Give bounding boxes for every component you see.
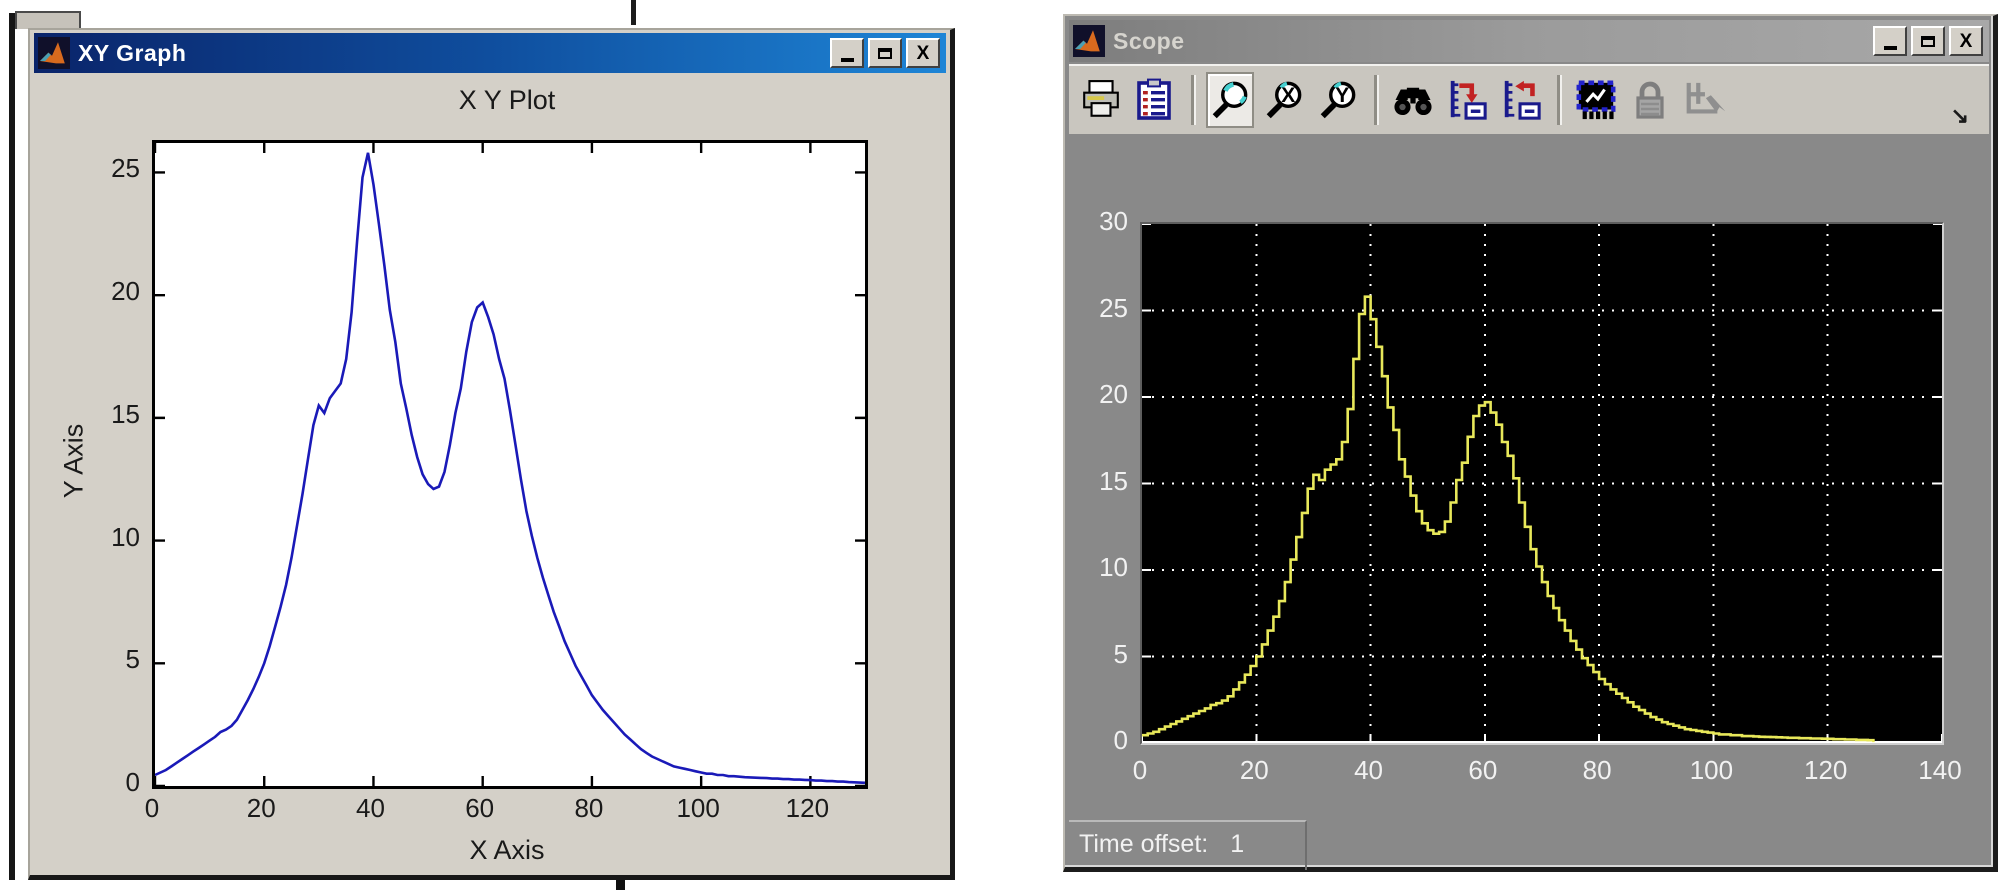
xy-plot-area — [152, 140, 868, 789]
lock-icon — [1636, 81, 1664, 119]
maximize-button[interactable] — [1911, 26, 1945, 56]
xy-y-tick-label: 5 — [125, 644, 140, 675]
floating-scope-button[interactable] — [1572, 72, 1620, 128]
scope-y-tick-label: 30 — [1099, 206, 1128, 236]
time-offset-status: Time offset: 1 — [1079, 830, 1244, 859]
toolbar-separator — [1557, 75, 1562, 125]
scope-plot-canvas — [1142, 224, 1942, 743]
xy-x-tick-label: 80 — [574, 793, 604, 823]
minimize-icon — [840, 58, 854, 62]
scope-x-tick-label: 140 — [1918, 755, 1962, 785]
xy-plot-title: X Y Plot — [458, 85, 556, 115]
xy-graph-window: XY Graph X X Y Plot X Axis Y Axis 0 20 40 6… — [28, 28, 955, 880]
toolbar-separator — [1191, 75, 1196, 125]
time-offset-value: 1 — [1230, 830, 1245, 858]
scope-x-tick-label: 0 — [1132, 755, 1148, 785]
zoom-button[interactable] — [1206, 72, 1254, 128]
parameters-button[interactable] — [1131, 72, 1179, 128]
scope-y-tick-label: 5 — [1113, 638, 1128, 669]
xy-y-tick-label: 10 — [111, 521, 140, 552]
matlab-icon — [38, 37, 70, 69]
scope-window-title: Scope — [1113, 27, 1185, 54]
zoom-x-icon: X — [1266, 81, 1302, 119]
print-button[interactable] — [1077, 72, 1125, 128]
xy-window-title: XY Graph — [78, 39, 187, 66]
xy-graph-body: X Y Plot X Axis Y Axis 0 20 40 60 80 100 120 0 5… — [34, 73, 946, 871]
xy-x-tick-label: 40 — [355, 793, 385, 823]
autoscale-button[interactable] — [1389, 72, 1437, 128]
minimize-button[interactable] — [1873, 26, 1907, 56]
save-axes-icon — [1450, 80, 1487, 120]
lock-axes-button[interactable] — [1626, 72, 1674, 128]
close-button[interactable]: X — [906, 38, 940, 68]
toolbar-overflow-arrow[interactable]: ↘ — [1945, 104, 1975, 128]
scope-y-tick-label: 25 — [1099, 292, 1128, 323]
scope-y-tick-label: 0 — [1113, 725, 1128, 755]
toolbar-separator — [1374, 75, 1379, 125]
zoom-icon — [1212, 81, 1248, 119]
scope-x-tick-label: 120 — [1804, 755, 1848, 785]
scope-toolbar: X Y ↘ — [1069, 64, 1989, 134]
zoom-x-axis-button[interactable]: X — [1260, 72, 1308, 128]
screenshot-canvas: XY Graph X X Y Plot X Axis Y Axis 0 20 40 6… — [0, 0, 2006, 893]
minimize-button[interactable] — [830, 38, 864, 68]
xy-y-tick-label: 20 — [111, 276, 140, 307]
scope-window: Scope X X Y ↘ Time offset: 1 0 20 40 60 … — [1063, 14, 1998, 872]
top-left-artifact-tab — [15, 11, 81, 29]
xy-x-axis-label: X Axis — [469, 835, 545, 865]
maximize-icon — [1921, 35, 1935, 47]
zoom-y-axis-button[interactable]: Y — [1314, 72, 1362, 128]
parameters-icon — [1137, 78, 1171, 120]
scope-x-tick-label: 100 — [1689, 755, 1734, 785]
xy-y-tick-label: 15 — [111, 398, 140, 429]
close-button[interactable]: X — [1949, 26, 1983, 56]
restore-axes-icon — [1504, 80, 1541, 120]
printer-icon — [1083, 80, 1119, 117]
scope-y-tick-label: 10 — [1099, 552, 1128, 582]
xy-graph-titlebar[interactable]: XY Graph X — [34, 33, 946, 73]
xy-y-tick-label: 0 — [125, 767, 140, 797]
scope-y-tick-label: 15 — [1099, 465, 1128, 496]
scope-x-tick-label: 40 — [1354, 755, 1384, 785]
svg-text:X: X — [1281, 84, 1295, 107]
scope-y-tick-label: 20 — [1099, 379, 1128, 409]
xy-x-tick-label: 60 — [465, 793, 495, 823]
save-axes-settings-button[interactable] — [1443, 72, 1491, 128]
xy-x-tick-label: 20 — [246, 793, 276, 823]
left-edge-artifact-line — [9, 13, 15, 880]
svg-text:Y: Y — [1335, 84, 1349, 107]
scope-x-tick-label: 60 — [1468, 755, 1498, 785]
floating-scope-icon — [1576, 80, 1616, 120]
xy-x-tick-label: 120 — [785, 793, 830, 823]
scope-x-tick-label: 20 — [1239, 755, 1269, 785]
scope-plot-area[interactable] — [1140, 222, 1944, 745]
maximize-icon — [878, 47, 892, 59]
xy-y-tick-label: 25 — [111, 153, 140, 184]
xy-plot-canvas — [155, 143, 865, 786]
signal-selection-icon — [1686, 82, 1725, 114]
time-offset-label: Time offset: — [1079, 830, 1209, 858]
maximize-button[interactable] — [868, 38, 902, 68]
signal-selection-button[interactable] — [1680, 72, 1728, 128]
zoom-y-icon: Y — [1320, 81, 1356, 119]
binoculars-icon — [1394, 87, 1432, 116]
xy-x-tick-label: 100 — [676, 793, 720, 823]
scope-x-tick-label: 80 — [1582, 755, 1612, 785]
xy-y-axis-label: Y Axis — [58, 423, 89, 499]
minimize-icon — [1883, 46, 1897, 50]
close-icon: X — [1959, 30, 1973, 52]
top-center-artifact — [631, 0, 636, 25]
scope-titlebar[interactable]: Scope X — [1069, 20, 1989, 62]
restore-axes-settings-button[interactable] — [1497, 72, 1545, 128]
scope-body: Time offset: 1 0 20 40 60 80 100 120 140 0 5 10 15 20… — [1069, 134, 1989, 870]
matlab-icon — [1073, 25, 1105, 57]
close-icon: X — [916, 42, 930, 64]
